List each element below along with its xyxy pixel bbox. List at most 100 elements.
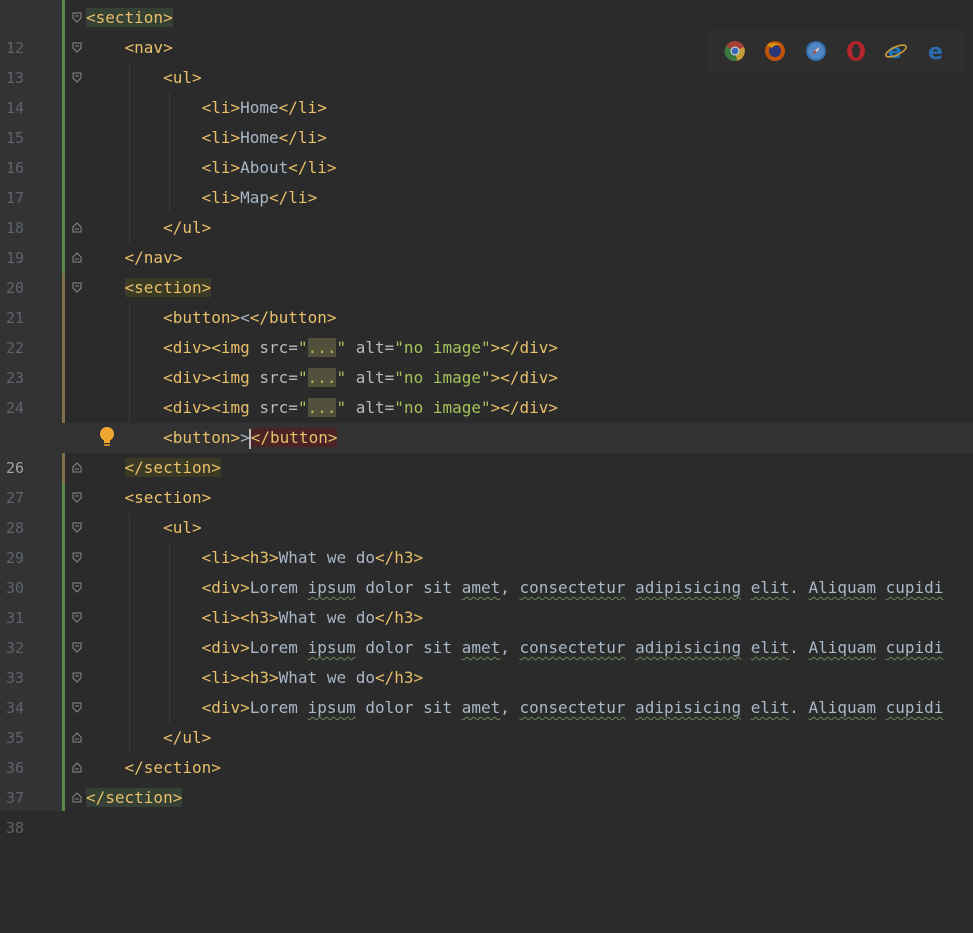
typo-word: elit	[750, 698, 790, 717]
fold-open-icon[interactable]	[72, 702, 82, 713]
code-line[interactable]: 35 <div>Lorem ipsum dolor sit amet, cons…	[0, 693, 973, 747]
typo-word: consectetur	[519, 698, 626, 717]
section-tag: </section>	[86, 788, 183, 807]
code-line[interactable]: 28 <section>	[0, 483, 973, 537]
fold-close-icon[interactable]	[72, 252, 82, 263]
img-tag: <img	[211, 368, 250, 387]
edge-icon[interactable]: e	[925, 39, 949, 63]
folded-string[interactable]: ...	[307, 398, 337, 417]
code-line[interactable]: 29 <ul>	[0, 513, 973, 567]
h3-tag: </h3>	[374, 548, 424, 567]
alt-attribute: alt=	[346, 338, 395, 357]
typo-word: elit	[750, 638, 790, 657]
text-content: About	[240, 158, 289, 177]
code-line[interactable]: 32 <li><h3>What we do</h3>	[0, 603, 973, 657]
button-tag: <button>	[163, 308, 241, 327]
internet-explorer-icon[interactable]: e	[884, 39, 908, 63]
div-tag: <div>	[163, 338, 212, 357]
fold-close-icon[interactable]	[72, 462, 82, 473]
fold-close-icon[interactable]	[72, 222, 82, 233]
code-line[interactable]: 22 <button><</button>	[0, 303, 973, 357]
div-tag: <div>	[201, 578, 250, 597]
lorem-text: ,	[500, 698, 520, 717]
fold-open-icon[interactable]	[72, 282, 82, 293]
fold-open-icon[interactable]	[72, 522, 82, 533]
opera-icon[interactable]	[844, 39, 868, 63]
code-line[interactable]: 34 <li><h3>What we do</h3>	[0, 663, 973, 717]
code-line[interactable]: 30 <li><h3>What we do</h3>	[0, 543, 973, 597]
div-tag: <div>	[163, 368, 212, 387]
li-tag: </li>	[269, 188, 318, 207]
code-line[interactable]: 38 </section>	[0, 783, 973, 837]
safari-icon[interactable]	[804, 39, 828, 63]
string-quote: "	[297, 338, 308, 357]
typo-word: cupidi	[885, 638, 944, 657]
code-line[interactable]: 24 <div><img src="..." alt="no image"></…	[0, 363, 973, 417]
div-tag: </div>	[500, 368, 559, 387]
lorem-text: dolor sit	[355, 698, 462, 717]
code-line[interactable]: 25 <div><img src="..." alt="no image"></…	[0, 393, 973, 447]
button-tag-error: </button>	[250, 428, 338, 447]
code-line[interactable]: 12 <section>	[0, 3, 973, 57]
li-tag: <li>	[201, 548, 241, 567]
code-line[interactable]: 19 </ul>	[0, 213, 973, 267]
lorem-text	[741, 698, 751, 717]
folded-string[interactable]: ...	[307, 338, 337, 357]
typo-word: adipisicing	[635, 698, 742, 717]
button-tag: <button>	[163, 428, 241, 447]
code-line[interactable]: 15 <li>Home</li>	[0, 93, 973, 147]
fold-close-icon[interactable]	[72, 792, 82, 803]
code-line[interactable]: 18 <li>Map</li>	[0, 183, 973, 237]
firefox-icon[interactable]	[763, 39, 787, 63]
fold-open-icon[interactable]	[72, 672, 82, 683]
lorem-text	[876, 638, 886, 657]
code-line[interactable]: 31 <div>Lorem ipsum dolor sit amet, cons…	[0, 573, 973, 627]
fold-close-icon[interactable]	[72, 732, 82, 743]
fold-open-icon[interactable]	[72, 612, 82, 623]
src-attribute: src=	[249, 368, 298, 387]
code-line[interactable]: 37 </section>	[0, 753, 973, 807]
code-line[interactable]: 21 <section>	[0, 273, 973, 327]
code-editor[interactable]: 12 <section> 13 <nav> 14 <ul> 15 <li>Hom…	[0, 3, 973, 837]
typo-word: Aliquam	[808, 638, 876, 657]
alt-value: "no image"	[394, 338, 491, 357]
fold-open-icon[interactable]	[72, 492, 82, 503]
fold-close-icon[interactable]	[72, 762, 82, 773]
svg-text:e: e	[928, 40, 943, 63]
string-quote: "	[297, 398, 308, 417]
img-tag-end: >	[490, 338, 501, 357]
code-line[interactable]: 20 </nav>	[0, 243, 973, 297]
alt-value: "no image"	[394, 368, 491, 387]
code-line[interactable]: 16 <li>Home</li>	[0, 123, 973, 177]
lorem-text: ,	[500, 578, 520, 597]
string-quote: "	[297, 368, 308, 387]
lorem-text: ,	[500, 638, 520, 657]
svg-text:e: e	[888, 39, 902, 63]
fold-open-icon[interactable]	[72, 42, 82, 53]
fold-open-icon[interactable]	[72, 12, 82, 23]
lorem-text: dolor sit	[355, 638, 462, 657]
lorem-text: Lorem	[249, 638, 308, 657]
section-tag: </section>	[124, 458, 221, 477]
code-line[interactable]: 36 </ul>	[0, 723, 973, 777]
text-content: <	[240, 308, 250, 327]
code-line[interactable]: 33 <div>Lorem ipsum dolor sit amet, cons…	[0, 633, 973, 687]
text-content: What we do	[278, 608, 375, 627]
code-line[interactable]: 17 <li>About</li>	[0, 153, 973, 207]
section-tag: <section>	[124, 278, 212, 297]
section-tag: <section>	[86, 8, 173, 27]
text-content: Map	[240, 188, 270, 207]
img-tag-end: >	[490, 398, 501, 417]
img-tag-end: >	[490, 368, 501, 387]
fold-open-icon[interactable]	[72, 72, 82, 83]
chrome-icon[interactable]	[723, 39, 747, 63]
current-code-line[interactable]: 26 <button>></button>	[0, 423, 973, 477]
code-line[interactable]: 27 </section>	[0, 453, 973, 507]
li-tag: <li>	[201, 668, 241, 687]
fold-open-icon[interactable]	[72, 552, 82, 563]
fold-open-icon[interactable]	[72, 642, 82, 653]
code-line[interactable]: 23 <div><img src="..." alt="no image"></…	[0, 333, 973, 387]
li-tag: <li>	[201, 128, 241, 147]
folded-string[interactable]: ...	[307, 368, 337, 387]
fold-open-icon[interactable]	[72, 582, 82, 593]
